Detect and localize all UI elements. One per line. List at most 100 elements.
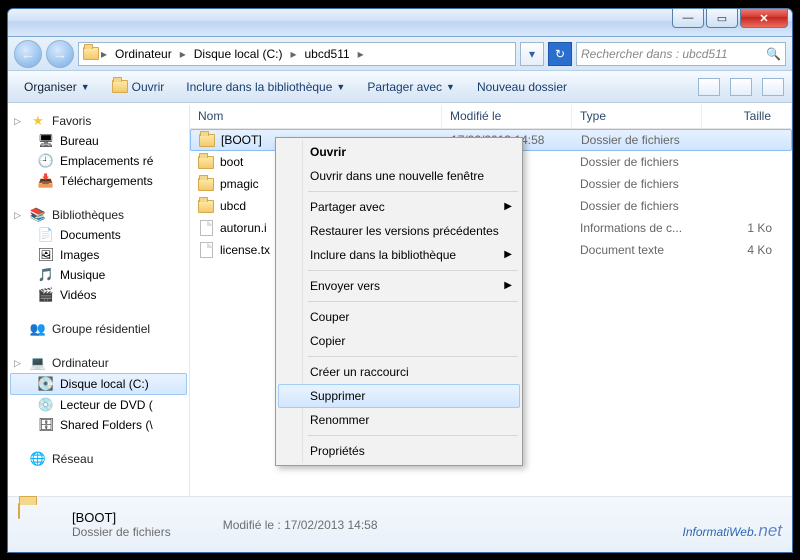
menu-rename[interactable]: Renommer: [278, 408, 520, 432]
maximize-button[interactable]: ▭: [706, 8, 738, 28]
preview-pane-button[interactable]: [730, 78, 752, 96]
tree-item-local-disk-c[interactable]: 💽Disque local (C:): [10, 373, 187, 395]
column-name[interactable]: Nom: [190, 105, 442, 128]
file-size: 4 Ko: [702, 243, 792, 257]
tree-item-recent[interactable]: 🕘Emplacements ré: [10, 151, 187, 171]
file-name: autorun.i: [220, 221, 267, 235]
help-button[interactable]: [762, 78, 784, 96]
folder-icon: [83, 46, 99, 62]
column-headers[interactable]: Nom Modifié le Type Taille: [190, 105, 792, 129]
menu-cut[interactable]: Couper: [278, 305, 520, 329]
status-modified: Modifié le : 17/02/2013 14:58: [223, 518, 378, 532]
column-modified[interactable]: Modifié le: [442, 105, 572, 128]
file-name: license.tx: [220, 243, 270, 257]
menu-properties[interactable]: Propriétés: [278, 439, 520, 463]
breadcrumb-segment[interactable]: Disque local (C:): [188, 45, 289, 63]
toolbar: Organiser▼ Ouvrir Inclure dans la biblio…: [8, 71, 792, 103]
chevron-right-icon[interactable]: ▸: [290, 47, 296, 61]
nav-forward-button[interactable]: →: [46, 40, 74, 68]
organize-button[interactable]: Organiser▼: [16, 76, 98, 98]
tree-item-music[interactable]: 🎵Musique: [10, 265, 187, 285]
menu-delete[interactable]: Supprimer: [278, 384, 520, 408]
open-button[interactable]: Ouvrir: [104, 75, 173, 99]
file-type: Dossier de fichiers: [572, 199, 702, 213]
view-options-button[interactable]: [698, 78, 720, 96]
navigation-tree[interactable]: ▷★Favoris 🖥Bureau 🕘Emplacements ré 📥Télé…: [8, 105, 190, 496]
breadcrumb-segment[interactable]: ubcd511: [299, 45, 356, 63]
refresh-button[interactable]: ↻: [548, 42, 572, 66]
videos-icon: 🎬: [38, 287, 54, 303]
chevron-right-icon[interactable]: ▸: [358, 47, 364, 61]
menu-share-with[interactable]: Partager avec▶: [278, 195, 520, 219]
menu-copy[interactable]: Copier: [278, 329, 520, 353]
context-menu: Ouvrir Ouvrir dans une nouvelle fenêtre …: [275, 137, 523, 466]
folder-icon: [199, 132, 215, 148]
include-library-button[interactable]: Inclure dans la bibliothèque▼: [178, 76, 353, 98]
file-name: boot: [220, 155, 243, 169]
tree-favorites[interactable]: ▷★Favoris: [10, 111, 187, 131]
disk-icon: 💽: [38, 376, 54, 392]
watermark: InformatiWeb.net: [683, 519, 783, 542]
tree-item-images[interactable]: 🖼Images: [10, 245, 187, 265]
close-button[interactable]: ✕: [740, 8, 788, 28]
chevron-right-icon: ▶: [504, 201, 512, 212]
tree-item-downloads[interactable]: 📥Téléchargements: [10, 171, 187, 191]
menu-open[interactable]: Ouvrir: [278, 140, 520, 164]
menu-send-to[interactable]: Envoyer vers▶: [278, 274, 520, 298]
network-icon: 🌐: [30, 451, 46, 467]
menu-open-new-window[interactable]: Ouvrir dans une nouvelle fenêtre: [278, 164, 520, 188]
file-type: Dossier de fichiers: [572, 177, 702, 191]
folder-icon: [198, 154, 214, 170]
network-drive-icon: 🗄: [38, 417, 54, 433]
share-with-button[interactable]: Partager avec▼: [359, 76, 463, 98]
column-size[interactable]: Taille: [702, 105, 792, 128]
tree-item-dvd[interactable]: 💿Lecteur de DVD (: [10, 395, 187, 415]
desktop-icon: 🖥: [38, 133, 54, 149]
folder-open-icon: [112, 79, 128, 95]
tree-network[interactable]: 🌐Réseau: [10, 449, 187, 469]
file-name: pmagic: [220, 177, 259, 191]
menu-create-shortcut[interactable]: Créer un raccourci: [278, 360, 520, 384]
menu-restore-versions[interactable]: Restaurer les versions précédentes: [278, 219, 520, 243]
column-type[interactable]: Type: [572, 105, 702, 128]
computer-icon: 💻: [30, 355, 46, 371]
library-icon: 📚: [30, 207, 46, 223]
nav-back-button[interactable]: ←: [14, 40, 42, 68]
chevron-right-icon: ▶: [504, 280, 512, 291]
documents-icon: 📄: [38, 227, 54, 243]
title-bar[interactable]: — ▭ ✕: [8, 9, 792, 37]
star-icon: ★: [30, 113, 46, 129]
file-name: [BOOT]: [221, 133, 262, 147]
file-icon: [198, 220, 214, 236]
search-input[interactable]: Rechercher dans : ubcd511 🔍: [576, 42, 786, 66]
status-desc: Dossier de fichiers: [72, 525, 171, 539]
file-type: Dossier de fichiers: [572, 155, 702, 169]
folder-icon: [18, 504, 60, 546]
tree-libraries[interactable]: ▷📚Bibliothèques: [10, 205, 187, 225]
file-name: ubcd: [220, 199, 246, 213]
menu-include-library[interactable]: Inclure dans la bibliothèque▶: [278, 243, 520, 267]
dvd-icon: 💿: [38, 397, 54, 413]
breadcrumb[interactable]: ▸ Ordinateur ▸ Disque local (C:) ▸ ubcd5…: [78, 42, 516, 66]
tree-computer[interactable]: ▷💻Ordinateur: [10, 353, 187, 373]
search-placeholder: Rechercher dans : ubcd511: [581, 47, 728, 61]
minimize-button[interactable]: —: [672, 8, 704, 28]
history-dropdown-button[interactable]: ▾: [520, 42, 544, 66]
folder-icon: [198, 176, 214, 192]
file-type: Dossier de fichiers: [573, 133, 703, 147]
recent-icon: 🕘: [38, 153, 54, 169]
tree-homegroup[interactable]: 👥Groupe résidentiel: [10, 319, 187, 339]
tree-item-desktop[interactable]: 🖥Bureau: [10, 131, 187, 151]
new-folder-button[interactable]: Nouveau dossier: [469, 76, 575, 98]
address-bar: ← → ▸ Ordinateur ▸ Disque local (C:) ▸ u…: [8, 37, 792, 71]
search-icon: 🔍: [766, 47, 781, 61]
tree-item-shared-folders[interactable]: 🗄Shared Folders (\: [10, 415, 187, 435]
downloads-icon: 📥: [38, 173, 54, 189]
images-icon: 🖼: [38, 247, 54, 263]
chevron-right-icon[interactable]: ▸: [101, 47, 107, 61]
tree-item-documents[interactable]: 📄Documents: [10, 225, 187, 245]
tree-item-videos[interactable]: 🎬Vidéos: [10, 285, 187, 305]
chevron-right-icon[interactable]: ▸: [180, 47, 186, 61]
breadcrumb-segment[interactable]: Ordinateur: [109, 45, 178, 63]
file-type: Document texte: [572, 243, 702, 257]
